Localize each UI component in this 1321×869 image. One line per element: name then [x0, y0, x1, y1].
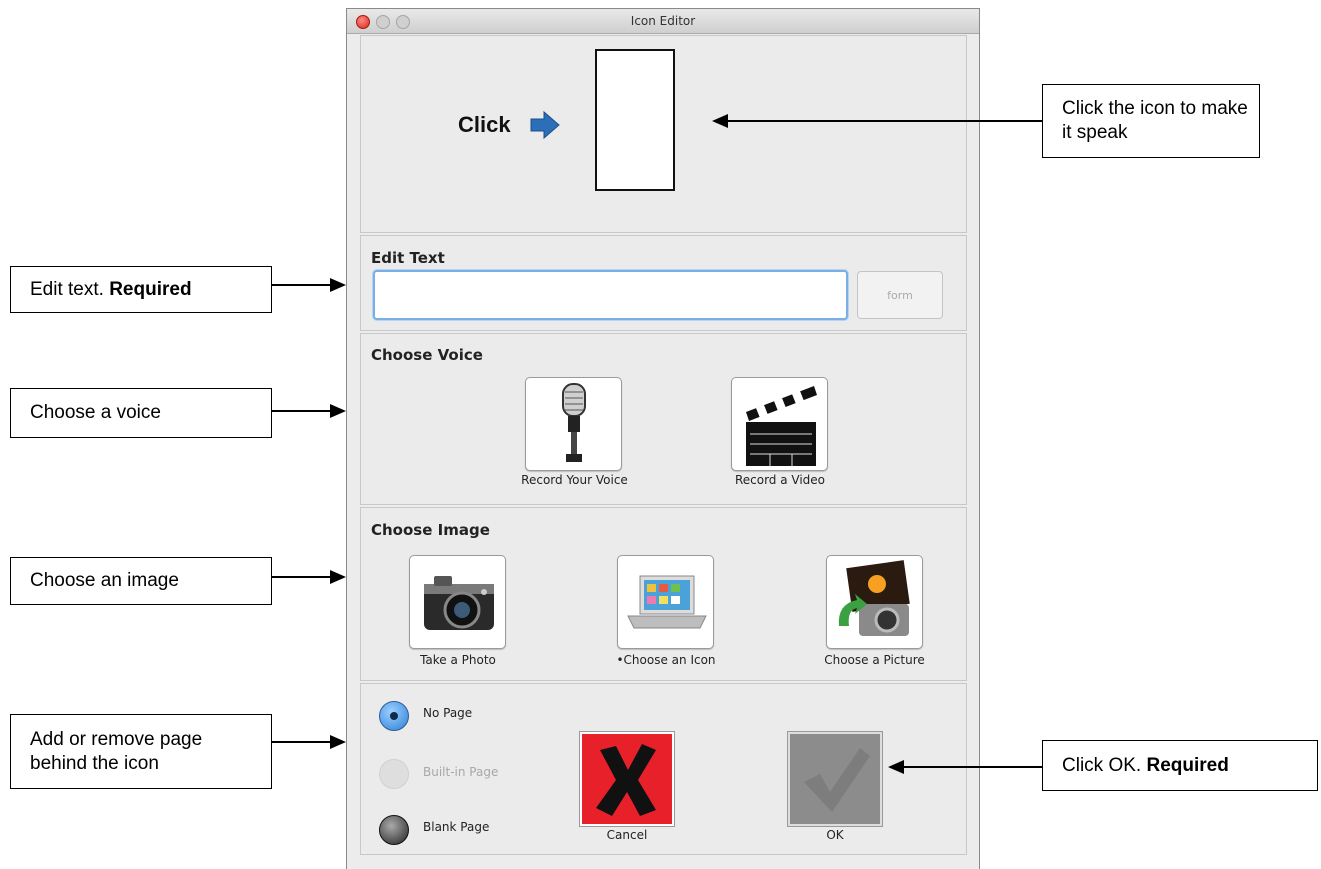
speak-icon-button[interactable]	[595, 49, 675, 191]
edit-text-annotation: Edit text. Required	[10, 266, 272, 313]
camera-icon[interactable]	[409, 555, 506, 649]
page-annotation: Add or remove page behind the icon	[10, 714, 272, 789]
speak-annotation-text: Click the icon to make it speak	[1062, 98, 1248, 143]
record-voice-label: Record Your Voice	[521, 473, 628, 487]
voice-annotation-line	[272, 410, 332, 412]
click-label: Click	[458, 112, 511, 137]
voice-annotation: Choose a voice	[10, 388, 272, 438]
voice-annotation-text: Choose a voice	[30, 402, 161, 423]
take-photo-label: Take a Photo	[420, 653, 496, 667]
arrowhead-left-icon	[712, 114, 728, 128]
ok-annotation: Click OK. Required	[1042, 740, 1318, 791]
edit-text-annotation-line	[272, 284, 332, 286]
edit-text-required: Required	[109, 278, 192, 300]
no-page-label: No Page	[423, 706, 473, 720]
title-bar: Icon Editor	[347, 9, 979, 34]
arrowhead-left-icon	[888, 760, 904, 774]
arrowhead-right-icon	[330, 735, 346, 749]
image-annotation-text: Choose an image	[30, 570, 179, 591]
window-title: Icon Editor	[630, 14, 696, 28]
radio-selected-icon	[379, 701, 409, 731]
icon-editor-window: Icon Editor Click Edit Text form Choose …	[346, 8, 980, 869]
ok-annotation-line	[902, 766, 1042, 768]
choose-icon-label: •Choose an Icon	[616, 653, 716, 667]
image-annotation: Choose an image	[10, 557, 272, 605]
x-mark-icon	[596, 744, 656, 816]
preview-panel: Click	[360, 35, 967, 233]
choose-voice-header: Choose Voice	[371, 346, 483, 364]
choose-voice-panel: Choose Voice Record Your Voice Record a …	[360, 333, 967, 505]
ok-button[interactable]	[787, 731, 883, 827]
blank-page-label: Blank Page	[423, 820, 490, 834]
edit-text-input[interactable]	[373, 270, 848, 320]
page-annotation-text: Add or remove page behind the icon	[30, 728, 203, 774]
choose-picture-label: Choose a Picture	[824, 653, 925, 667]
choose-image-panel: Choose Image Take a Photo •Choose an Ico…	[360, 507, 967, 681]
record-video-label: Record a Video	[734, 473, 826, 487]
arrowhead-right-icon	[330, 404, 346, 418]
arrowhead-right-icon	[330, 278, 346, 292]
edit-text-panel: Edit Text form	[360, 235, 967, 331]
ok-label: OK	[826, 828, 844, 842]
form-button[interactable]: form	[857, 271, 943, 319]
picture-icon[interactable]	[826, 555, 923, 649]
edit-text-annotation-text: Edit text.	[30, 278, 104, 300]
page-annotation-line	[272, 741, 332, 743]
radio-disabled-icon	[379, 759, 409, 789]
image-annotation-line	[272, 576, 332, 578]
edit-text-header: Edit Text	[371, 249, 445, 267]
built-in-page-label: Built-in Page	[423, 765, 499, 779]
speak-annotation-line	[725, 120, 1042, 122]
cancel-button[interactable]	[579, 731, 675, 827]
ok-annotation-text: Click OK.	[1062, 754, 1142, 776]
arrowhead-right-icon	[330, 570, 346, 584]
checkmark-icon	[804, 748, 870, 812]
radio-unselected-icon	[379, 815, 409, 845]
microphone-icon[interactable]	[525, 377, 622, 471]
laptop-icon[interactable]	[617, 555, 714, 649]
cancel-label: Cancel	[606, 828, 648, 842]
clapperboard-icon[interactable]	[731, 377, 828, 471]
speak-annotation: Click the icon to make it speak	[1042, 84, 1260, 158]
page-options-panel: No Page Built-in Page Blank Page Cancel …	[360, 683, 967, 855]
choose-image-header: Choose Image	[371, 521, 490, 539]
ok-required: Required	[1146, 754, 1229, 776]
right-arrow-icon	[530, 110, 560, 140]
